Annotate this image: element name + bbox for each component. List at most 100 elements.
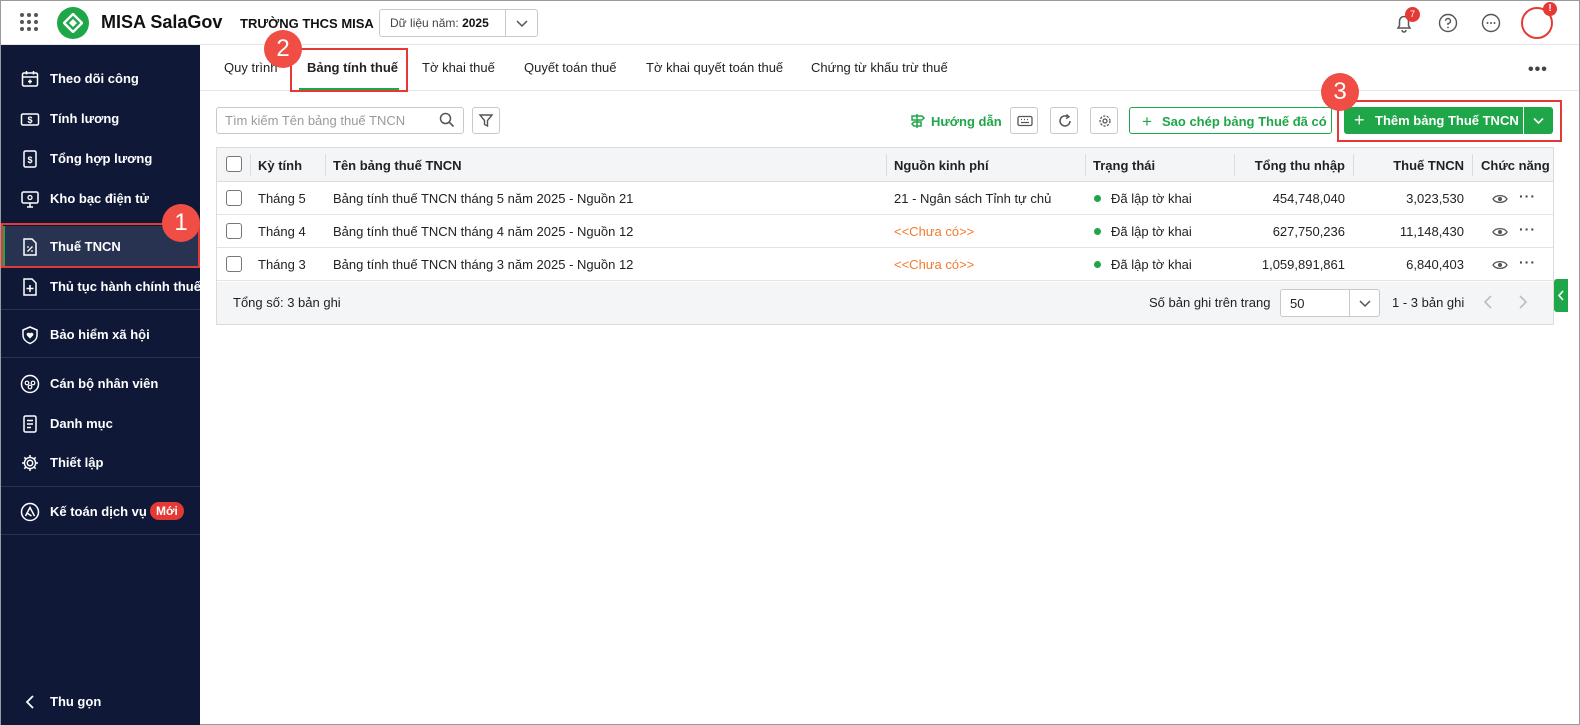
column-header[interactable]: Chức năng	[1481, 158, 1550, 173]
more-tabs-icon[interactable]: •••	[1528, 61, 1548, 79]
total-records: Tổng số: 3 bản ghi	[233, 295, 341, 310]
eye-icon[interactable]	[1492, 192, 1508, 209]
status-cell: Đã lập tờ khai	[1111, 257, 1192, 272]
guide-link[interactable]: Hướng dẫn	[909, 113, 1002, 129]
sidebar-item-ke-toan-dich-vu[interactable]: Kế toán dịch vụ Mới	[1, 491, 200, 531]
settings-button[interactable]	[1090, 107, 1118, 134]
sidebar-divider	[1, 486, 200, 487]
step-marker-3: 3	[1321, 73, 1359, 111]
tax-cell: 3,023,530	[1406, 191, 1464, 206]
table-row[interactable]: Tháng 3 Bảng tính thuế TNCN tháng 3 năm …	[217, 248, 1553, 281]
top-bar: MISA SalaGov TRƯỜNG THCS MISA Dữ liệu nă…	[1, 1, 1579, 45]
column-header[interactable]: Thuế TNCN	[1393, 158, 1464, 173]
page-size-value: 50	[1290, 296, 1305, 311]
year-select[interactable]: Dữ liệu năm: 2025	[379, 9, 538, 37]
tax-table: Kỳ tính Tên bảng thuế TNCN Nguồn kinh ph…	[216, 147, 1554, 325]
eye-icon[interactable]	[1492, 225, 1508, 242]
copy-label: Sao chép bảng Thuế đã có	[1162, 114, 1327, 129]
sidebar-item-label: Danh mục	[50, 416, 113, 431]
sidebar-divider	[1, 534, 200, 535]
table-row[interactable]: Tháng 5 Bảng tính thuế TNCN tháng 5 năm …	[217, 182, 1553, 215]
refresh-icon	[1059, 113, 1071, 127]
salary-summary-icon: $	[20, 149, 40, 169]
money-icon: $	[20, 109, 40, 129]
income-cell: 627,750,236	[1272, 224, 1345, 239]
column-header[interactable]: Tổng thu nhập	[1255, 158, 1345, 173]
sidebar-item-thiet-lap[interactable]: Thiết lập	[1, 442, 200, 482]
sidebar-collapse-button[interactable]: Thu gọn	[1, 681, 200, 721]
new-badge: Mới	[150, 502, 184, 520]
catalog-icon	[20, 414, 40, 434]
copy-tax-table-button[interactable]: + Sao chép bảng Thuế đã có	[1129, 107, 1332, 134]
sidebar-item-label: Kế toán dịch vụ	[50, 504, 147, 519]
select-all-checkbox[interactable]	[226, 156, 242, 172]
chevron-down-icon[interactable]	[505, 10, 537, 36]
search-icon[interactable]	[439, 112, 455, 131]
tab-to-khai-quyet-toan-thue[interactable]: Tờ khai quyết toán thuế	[646, 60, 783, 75]
sidebar-item-thu-tuc-hanh-chinh-thue[interactable]: Thủ tục hành chính thuế	[1, 266, 201, 306]
sidebar-item-tong-hop-luong[interactable]: $ Tổng hợp lương	[1, 138, 200, 178]
tab-to-khai-thue[interactable]: Tờ khai thuế	[422, 60, 495, 75]
row-checkbox[interactable]	[226, 256, 242, 272]
table-row[interactable]: Tháng 4 Bảng tính thuế TNCN tháng 4 năm …	[217, 215, 1553, 248]
column-header[interactable]: Kỳ tính	[258, 158, 302, 173]
prev-page-icon[interactable]	[1482, 294, 1494, 313]
chevron-down-icon[interactable]	[1349, 290, 1379, 316]
gear-icon	[20, 453, 40, 473]
search-input[interactable]	[216, 107, 464, 134]
highlight-box-3	[1337, 100, 1562, 142]
notification-count-badge: 7	[1405, 7, 1420, 22]
sidebar-item-bao-hiem-xa-hoi[interactable]: Bảo hiểm xã hội	[1, 314, 200, 354]
apps-grid-icon[interactable]	[20, 13, 38, 31]
gear-icon	[1099, 115, 1111, 127]
row-more-icon[interactable]: ···	[1519, 221, 1536, 237]
sidebar-item-label: Tính lương	[50, 111, 120, 126]
treasury-icon	[20, 189, 40, 209]
name-cell[interactable]: Bảng tính thuế TNCN tháng 4 năm 2025 - N…	[333, 224, 633, 239]
row-checkbox[interactable]	[226, 190, 242, 206]
app-name: MISA SalaGov	[101, 12, 223, 32]
column-header[interactable]: Trạng thái	[1093, 158, 1155, 173]
people-icon	[20, 374, 40, 394]
more-options-icon[interactable]	[1480, 12, 1502, 34]
sidebar-item-label: Kho bạc điện tử	[50, 191, 149, 206]
keyboard-shortcut-button[interactable]	[1010, 107, 1038, 134]
calendar-icon	[20, 69, 40, 89]
filter-icon	[478, 114, 494, 128]
sidebar-item-label: Cán bộ nhân viên	[50, 376, 159, 391]
right-panel-toggle[interactable]	[1554, 279, 1568, 312]
eye-icon[interactable]	[1492, 258, 1508, 275]
sidebar-collapse-label: Thu gọn	[50, 694, 102, 709]
tax-procedure-icon	[20, 277, 40, 297]
next-page-icon[interactable]	[1517, 294, 1529, 313]
sidebar-item-danh-muc[interactable]: Danh mục	[1, 403, 200, 443]
status-dot	[1094, 195, 1101, 202]
sidebar-item-label: Theo dõi công	[50, 71, 139, 86]
income-cell: 454,748,040	[1272, 191, 1345, 206]
svg-text:$: $	[27, 155, 32, 165]
period-cell: Tháng 4	[258, 224, 306, 239]
tab-quyet-toan-thue[interactable]: Quyết toán thuế	[524, 60, 617, 75]
row-checkbox[interactable]	[226, 223, 242, 239]
accounting-icon	[20, 502, 40, 522]
help-icon[interactable]	[1437, 12, 1459, 34]
row-more-icon[interactable]: ···	[1519, 254, 1536, 270]
column-header[interactable]: Nguồn kinh phí	[894, 158, 989, 173]
tab-chung-tu-khau-tru-thue[interactable]: Chứng từ khấu trừ thuế	[811, 60, 948, 75]
status-cell: Đã lập tờ khai	[1111, 224, 1192, 239]
filter-button[interactable]	[472, 107, 500, 134]
name-cell[interactable]: Bảng tính thuế TNCN tháng 5 năm 2025 - N…	[333, 191, 633, 206]
sidebar-item-label: Thiết lập	[50, 455, 104, 470]
sidebar-item-theo-doi-cong[interactable]: Theo dõi công	[1, 58, 200, 98]
page-size-select[interactable]: 50	[1280, 289, 1380, 317]
sidebar-item-can-bo-nhan-vien[interactable]: Cán bộ nhân viên	[1, 363, 200, 403]
organization-name: TRƯỜNG THCS MISA	[240, 16, 374, 31]
refresh-button[interactable]	[1050, 107, 1078, 134]
column-header[interactable]: Tên bảng thuế TNCN	[333, 158, 462, 173]
sidebar: Theo dõi công $ Tính lương $ Tổng hợp lư…	[1, 45, 201, 725]
row-more-icon[interactable]: ···	[1519, 188, 1536, 204]
signpost-icon	[910, 114, 926, 128]
chevron-left-icon	[20, 692, 40, 712]
sidebar-item-tinh-luong[interactable]: $ Tính lương	[1, 98, 200, 138]
name-cell[interactable]: Bảng tính thuế TNCN tháng 3 năm 2025 - N…	[333, 257, 633, 272]
